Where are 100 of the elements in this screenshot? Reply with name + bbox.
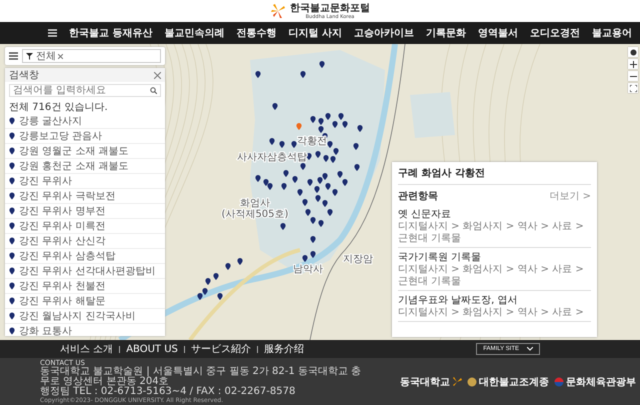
list-icon[interactable]	[9, 52, 18, 60]
map-pin-icon[interactable]	[342, 121, 348, 128]
map-pin-icon[interactable]	[305, 209, 311, 216]
map-pin-icon[interactable]	[205, 278, 211, 285]
more-link[interactable]: 더보기 >	[549, 189, 591, 203]
item-title[interactable]: 옛 신문자료	[398, 207, 591, 221]
result-item[interactable]: 강진 무위사 천불전	[5, 279, 165, 294]
map-pin-icon[interactable]	[332, 121, 338, 128]
map-pin-icon[interactable]	[279, 141, 285, 148]
nav-link[interactable]: 기록문화	[426, 26, 466, 40]
map-pin-icon[interactable]	[333, 148, 339, 155]
partner-logo[interactable]: 대한불교조계종	[467, 374, 549, 388]
result-item[interactable]: 강원 홍천군 소재 괘불도	[5, 159, 165, 174]
menu-icon[interactable]	[48, 29, 58, 37]
nav-link[interactable]: 디지털 사지	[288, 26, 342, 40]
search-field[interactable]: 검색어를 입력하세요	[9, 84, 161, 97]
result-item[interactable]: 강진 무위사 극락보전	[5, 189, 165, 204]
map-pin-icon[interactable]	[338, 113, 344, 120]
result-item[interactable]: 강진 무위사 삼층석탑	[5, 249, 165, 264]
result-item[interactable]: 강원 영월군 소재 괘불도	[5, 144, 165, 159]
map-pin-icon[interactable]	[307, 179, 313, 186]
map-pin-icon[interactable]	[217, 293, 223, 300]
map-pin-icon[interactable]	[325, 113, 331, 120]
footer-link[interactable]: 서비스 소개	[60, 342, 114, 356]
filter-tag[interactable]: 전체	[36, 49, 63, 63]
footer-link[interactable]: サービス紹介	[190, 342, 251, 356]
map-pin-icon[interactable]	[202, 288, 208, 295]
map-pin-icon[interactable]	[302, 255, 308, 262]
nav-link[interactable]: 전통수행	[236, 26, 276, 40]
map-pin-icon[interactable]	[255, 71, 261, 78]
map-pin-icon[interactable]	[318, 126, 324, 133]
map-pin-icon[interactable]	[322, 200, 328, 207]
result-item[interactable]: 강릉 굴산사지	[5, 114, 165, 129]
result-item[interactable]: 강진 무위사 해탈문	[5, 294, 165, 309]
map-pin-icon[interactable]	[306, 153, 312, 160]
map-pin-icon[interactable]	[325, 183, 331, 190]
result-item[interactable]: 강진 무위사 명부전	[5, 204, 165, 219]
map-pin-icon[interactable]	[314, 186, 320, 193]
map-pin-icon[interactable]	[318, 118, 324, 125]
close-icon[interactable]	[154, 72, 161, 78]
nav-link[interactable]: 한국불교 등재유산	[69, 26, 152, 40]
map-pin-icon[interactable]	[310, 116, 316, 123]
map-pin-icon[interactable]	[357, 125, 363, 132]
map-pin-icon[interactable]	[255, 175, 261, 182]
map-pin-icon[interactable]	[327, 209, 333, 216]
map-pin-icon[interactable]	[269, 138, 275, 145]
nav-link[interactable]: 불교민속의례	[164, 26, 224, 40]
map-pin-icon[interactable]	[317, 177, 323, 184]
map-pin-icon[interactable]	[197, 293, 203, 300]
map-pin-icon[interactable]	[225, 263, 231, 270]
result-item[interactable]: 강릉보고당 관음사	[5, 129, 165, 144]
map-pin-icon[interactable]	[319, 61, 325, 68]
map-pin-icon[interactable]	[297, 189, 303, 196]
map-pin-icon[interactable]	[310, 217, 316, 224]
map-pin-icon[interactable]	[267, 183, 273, 190]
nav-link[interactable]: 불교용어	[592, 26, 632, 40]
result-item[interactable]: 강화 묘통사	[5, 324, 165, 336]
map-pin-icon[interactable]	[354, 164, 360, 171]
nav-link[interactable]: 고승아카이브	[354, 26, 414, 40]
map-pin-icon[interactable]	[332, 189, 338, 196]
map-pin-icon[interactable]	[291, 141, 297, 148]
result-item[interactable]: 강진 월남사지 진각국사비	[5, 309, 165, 324]
footer-link[interactable]: 服务介绍	[264, 342, 304, 356]
map-pin-icon[interactable]	[302, 199, 308, 206]
partner-logo[interactable]: 문화체육관광부	[554, 374, 636, 388]
item-title[interactable]: 국가기록원 기록물	[398, 250, 591, 264]
item-title[interactable]: 기념우표와 날짜도장, 엽서	[398, 293, 591, 307]
map-pin-icon[interactable]	[342, 179, 348, 186]
map-pin-icon[interactable]	[213, 273, 219, 280]
map-pin-icon[interactable]	[315, 195, 321, 202]
result-item[interactable]: 강진 무위사 미륵전	[5, 219, 165, 234]
nav-link[interactable]: 영역불서	[478, 26, 518, 40]
map-pin-icon[interactable]	[237, 258, 243, 265]
map-pin-icon[interactable]	[330, 156, 336, 163]
partner-logo[interactable]: 동국대학교	[400, 374, 462, 388]
map-pin-icon[interactable]	[280, 223, 286, 230]
close-icon[interactable]	[58, 54, 63, 58]
map-pin-icon[interactable]	[327, 141, 333, 148]
map-pin-icon[interactable]	[300, 71, 306, 78]
map-pin-icon[interactable]	[263, 179, 269, 186]
map-pin-icon[interactable]	[318, 220, 324, 227]
map-pin-icon[interactable]	[292, 176, 298, 183]
footer-link[interactable]: ABOUT US	[126, 344, 178, 354]
result-item[interactable]: 강진 무위사 산신각	[5, 234, 165, 249]
map-pin-icon[interactable]	[310, 236, 316, 243]
map-pin-icon[interactable]	[322, 173, 328, 180]
map-pin-icon[interactable]	[283, 170, 289, 177]
map-pin-icon[interactable]	[323, 155, 329, 162]
map-pin-icon[interactable]	[272, 103, 278, 110]
search-icon[interactable]	[150, 87, 157, 94]
map-pin-icon[interactable]	[337, 171, 343, 178]
nav-link[interactable]: 오디오경전	[530, 26, 580, 40]
map-pin-icon[interactable]	[353, 143, 359, 150]
result-item[interactable]: 강진 무위사	[5, 174, 165, 189]
map-pin-icon[interactable]	[281, 183, 287, 190]
map-pin-icon[interactable]	[315, 151, 321, 158]
filter-field[interactable]: 전체	[22, 49, 161, 63]
result-item[interactable]: 강진 무위사 선각대사편광탑비	[5, 264, 165, 279]
map-pin-icon[interactable]	[310, 251, 316, 258]
map-pin-icon[interactable]	[300, 163, 306, 170]
